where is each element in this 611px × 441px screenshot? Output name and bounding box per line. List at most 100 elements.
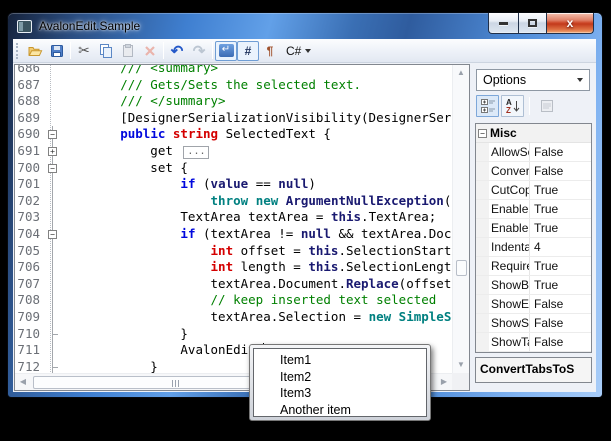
fold-margin[interactable] (45, 176, 60, 193)
fold-margin[interactable] (45, 292, 60, 309)
paste-button[interactable] (117, 41, 139, 61)
fold-margin[interactable] (45, 259, 60, 276)
scroll-up-arrow[interactable]: ▲ (453, 65, 469, 81)
maximize-button[interactable] (518, 13, 547, 34)
options-dropdown[interactable]: Options (476, 69, 590, 91)
scroll-left-arrow[interactable]: ◀ (15, 374, 31, 390)
fold-margin[interactable] (45, 193, 60, 210)
code-editor[interactable]: 686 /// <summary>687 /// Gets/Sets the s… (14, 64, 470, 391)
property-row[interactable]: EnableHyTrue (476, 219, 591, 238)
collapse-category-icon[interactable]: − (478, 129, 487, 138)
scroll-right-arrow[interactable]: ▶ (436, 374, 452, 390)
code-line[interactable]: 703 TextArea textArea = this.TextArea; (15, 209, 452, 226)
property-value[interactable]: True (529, 219, 591, 237)
fold-margin[interactable] (45, 326, 60, 343)
code-line[interactable]: 700− set { (15, 160, 452, 177)
copy-button[interactable] (95, 41, 117, 61)
categorized-view-button[interactable] (476, 95, 499, 117)
show-formatting-toggle[interactable]: ¶ (259, 41, 281, 61)
fold-toggle-icon[interactable]: + (48, 147, 57, 156)
property-value[interactable]: True (529, 181, 591, 199)
code-line[interactable]: 691+ get ... (15, 143, 452, 160)
property-row[interactable]: AllowScroFalse (476, 143, 591, 162)
code-line[interactable]: 705 int offset = this.SelectionStart; (15, 243, 452, 260)
property-value[interactable]: 4 (529, 238, 591, 256)
code-line[interactable]: 708 // keep inserted text selected (15, 292, 452, 309)
code-line[interactable]: 706 int length = this.SelectionLength; (15, 259, 452, 276)
fold-margin[interactable]: − (45, 126, 60, 143)
delete-button[interactable] (139, 41, 161, 61)
vertical-scrollbar[interactable]: ▲ ▼ (452, 65, 469, 373)
property-row[interactable]: ShowTabFalse (476, 333, 591, 352)
syntax-highlighting-combo[interactable]: C# (281, 42, 316, 60)
code-line[interactable]: 702 throw new ArgumentNullException("va (15, 193, 452, 210)
cut-button[interactable]: ✂ (73, 41, 95, 61)
fold-margin[interactable] (45, 77, 60, 94)
line-numbers-toggle[interactable]: # (237, 41, 259, 61)
property-grid[interactable]: − Misc AllowScroFalseConvertTaFalseCutCo… (475, 123, 592, 353)
code-line[interactable]: 688 /// </summary> (15, 93, 452, 110)
fold-margin[interactable] (45, 342, 60, 359)
code-line[interactable]: 707 textArea.Document.Replace(offset, l (15, 276, 452, 293)
open-button[interactable] (24, 41, 46, 61)
folded-section-box[interactable]: ... (183, 146, 209, 159)
code-line[interactable]: 709 textArea.Selection = new SimpleSele (15, 309, 452, 326)
redo-button[interactable]: ↷ (188, 41, 210, 61)
property-value[interactable]: False (529, 162, 591, 180)
fold-margin[interactable] (45, 359, 60, 373)
fold-margin[interactable] (45, 309, 60, 326)
fold-toggle-icon[interactable]: − (48, 230, 57, 239)
fold-margin[interactable]: + (45, 143, 60, 160)
completion-list[interactable]: Item1Item2Item3Another item (253, 348, 427, 417)
property-row[interactable]: ConvertTaFalse (476, 162, 591, 181)
fold-margin[interactable] (45, 110, 60, 127)
property-row[interactable]: EnableEmTrue (476, 200, 591, 219)
fold-margin[interactable] (45, 64, 60, 77)
fold-margin[interactable]: − (45, 160, 60, 177)
code-line[interactable]: 704− if (textArea != null && textArea.Do… (15, 226, 452, 243)
scroll-down-arrow[interactable]: ▼ (453, 357, 469, 373)
property-row[interactable]: CutCopyWTrue (476, 181, 591, 200)
property-row[interactable]: ShowBoxTrue (476, 276, 591, 295)
code-line[interactable]: 710 } (15, 326, 452, 343)
property-row[interactable]: RequireCoTrue (476, 257, 591, 276)
code-line[interactable]: 687 /// Gets/Sets the selected text. (15, 77, 452, 94)
fold-margin[interactable]: − (45, 226, 60, 243)
minimize-button[interactable] (488, 13, 518, 34)
fold-margin[interactable] (45, 93, 60, 110)
property-row[interactable]: Indentatio4 (476, 238, 591, 257)
code-lines[interactable]: 686 /// <summary>687 /// Gets/Sets the s… (15, 64, 452, 373)
code-line[interactable]: 690− public string SelectedText { (15, 126, 452, 143)
code-line[interactable]: 701 if (value == null) (15, 176, 452, 193)
property-value[interactable]: True (529, 276, 591, 294)
property-value[interactable]: False (529, 143, 591, 161)
save-button[interactable] (46, 41, 68, 61)
code-line[interactable]: 686 /// <summary> (15, 64, 452, 77)
toolbar-grip[interactable] (16, 43, 21, 59)
fold-margin[interactable] (45, 276, 60, 293)
fold-toggle-icon[interactable]: − (48, 130, 57, 139)
close-icon: x (567, 16, 574, 30)
fold-margin[interactable] (45, 243, 60, 260)
fold-margin[interactable] (45, 209, 60, 226)
completion-item[interactable]: Item3 (254, 385, 426, 402)
word-wrap-toggle[interactable]: ↵ (215, 41, 237, 61)
code-line[interactable]: 689 [DesignerSerializationVisibility(Des… (15, 110, 452, 127)
property-value[interactable]: False (529, 295, 591, 313)
fold-toggle-icon[interactable]: − (48, 164, 57, 173)
property-value[interactable]: True (529, 200, 591, 218)
property-row[interactable]: ShowSpaFalse (476, 314, 591, 333)
property-value[interactable]: True (529, 257, 591, 275)
vertical-scrollbar-thumb[interactable] (456, 260, 467, 276)
completion-item[interactable]: Another item (254, 402, 426, 419)
completion-item[interactable]: Item1 (254, 352, 426, 369)
code-text: int offset = this.SelectionStart; (60, 243, 452, 260)
completion-item[interactable]: Item2 (254, 369, 426, 386)
undo-button[interactable]: ↶ (166, 41, 188, 61)
close-button[interactable]: x (547, 13, 594, 34)
property-value[interactable]: False (529, 333, 591, 351)
property-row[interactable]: ShowEndFalse (476, 295, 591, 314)
category-row[interactable]: − Misc (476, 124, 591, 143)
property-value[interactable]: False (529, 314, 591, 332)
alphabetical-sort-button[interactable]: A Z (501, 95, 524, 117)
